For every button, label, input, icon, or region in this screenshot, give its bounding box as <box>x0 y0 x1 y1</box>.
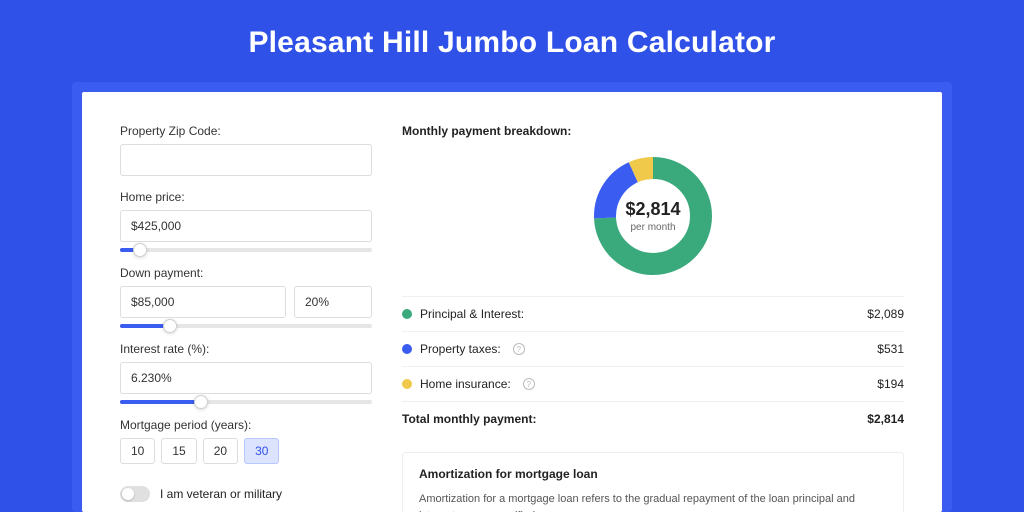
veteran-toggle[interactable] <box>120 486 150 502</box>
zip-label: Property Zip Code: <box>120 124 372 138</box>
calculator-card-outer: Property Zip Code: Home price: Down paym… <box>72 82 952 512</box>
down-payment-slider-thumb[interactable] <box>163 319 177 333</box>
calculator-card: Property Zip Code: Home price: Down paym… <box>82 92 942 512</box>
line-item-label: Principal & Interest: <box>420 307 524 321</box>
line-item-label: Property taxes: <box>420 342 501 356</box>
home-price-input[interactable] <box>120 210 372 242</box>
page-title: Pleasant Hill Jumbo Loan Calculator <box>0 0 1024 82</box>
info-icon[interactable]: ? <box>523 378 535 390</box>
donut-amount: $2,814 <box>625 199 680 220</box>
down-payment-slider[interactable] <box>120 324 372 328</box>
veteran-toggle-knob <box>122 488 134 500</box>
legend-dot <box>402 344 412 354</box>
form-column: Property Zip Code: Home price: Down paym… <box>120 124 372 512</box>
line-item-value: $531 <box>877 342 904 356</box>
interest-slider[interactable] <box>120 400 372 404</box>
period-button-20[interactable]: 20 <box>203 438 238 464</box>
donut-chart: $2,814 per month <box>591 154 715 278</box>
amortization-title: Amortization for mortgage loan <box>419 467 887 481</box>
down-payment-pct-input[interactable] <box>294 286 372 318</box>
period-button-10[interactable]: 10 <box>120 438 155 464</box>
zip-input[interactable] <box>120 144 372 176</box>
home-price-label: Home price: <box>120 190 372 204</box>
breakdown-title: Monthly payment breakdown: <box>402 124 904 144</box>
veteran-label: I am veteran or military <box>160 487 282 501</box>
down-payment-input[interactable] <box>120 286 286 318</box>
info-icon[interactable]: ? <box>513 343 525 355</box>
home-price-slider[interactable] <box>120 248 372 252</box>
breakdown-column: Monthly payment breakdown: $2,814 per mo… <box>402 124 904 512</box>
line-item-value: $2,089 <box>867 307 904 321</box>
amortization-body: Amortization for a mortgage loan refers … <box>419 491 887 512</box>
interest-label: Interest rate (%): <box>120 342 372 356</box>
amortization-box: Amortization for mortgage loan Amortizat… <box>402 452 904 512</box>
breakdown-line-item: Principal & Interest: $2,089 <box>402 296 904 331</box>
total-row: Total monthly payment: $2,814 <box>402 401 904 436</box>
home-price-slider-thumb[interactable] <box>133 243 147 257</box>
down-payment-label: Down payment: <box>120 266 372 280</box>
period-button-30[interactable]: 30 <box>244 438 279 464</box>
total-label: Total monthly payment: <box>402 412 536 426</box>
period-button-row: 1015 2030 <box>120 438 372 464</box>
period-button-15[interactable]: 15 <box>161 438 196 464</box>
line-item-value: $194 <box>877 377 904 391</box>
interest-input[interactable] <box>120 362 372 394</box>
total-value: $2,814 <box>867 412 904 426</box>
period-label: Mortgage period (years): <box>120 418 372 432</box>
line-item-label: Home insurance: <box>420 377 511 391</box>
interest-slider-thumb[interactable] <box>194 395 208 409</box>
breakdown-line-item: Property taxes:? $531 <box>402 331 904 366</box>
breakdown-line-item: Home insurance:? $194 <box>402 366 904 401</box>
donut-sublabel: per month <box>630 222 675 233</box>
legend-dot <box>402 309 412 319</box>
donut-chart-wrap: $2,814 per month <box>402 144 904 296</box>
legend-dot <box>402 379 412 389</box>
